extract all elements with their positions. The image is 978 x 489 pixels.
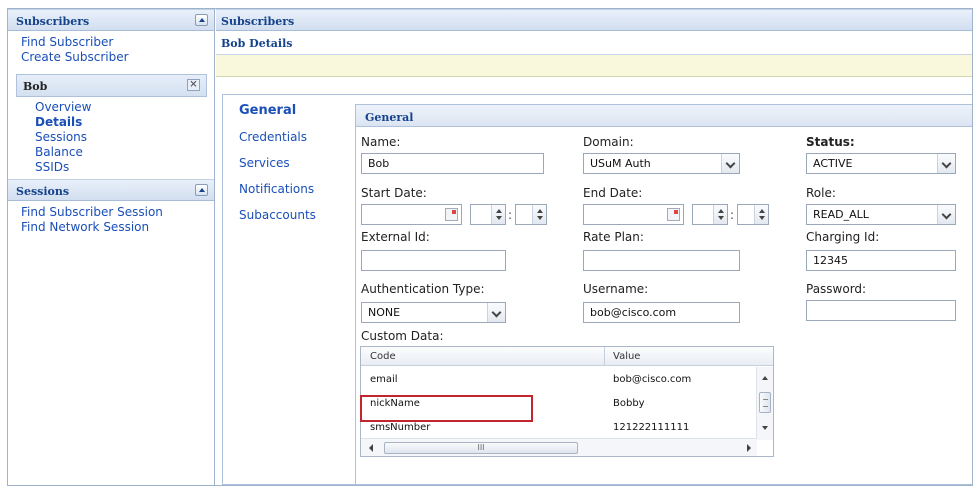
sidebar-item-ssids[interactable]: SSIDs xyxy=(8,160,214,175)
scroll-left-icon[interactable] xyxy=(369,444,373,452)
sidebar: Subscribers Find Subscriber Create Subsc… xyxy=(8,9,215,485)
start-date-label: Start Date: xyxy=(361,186,427,200)
custom-data-label: Custom Data: xyxy=(361,329,444,343)
spinner-arrows-icon[interactable] xyxy=(754,205,768,224)
chevron-down-icon[interactable] xyxy=(937,205,955,224)
chevron-down-icon[interactable] xyxy=(487,303,505,322)
role-select[interactable]: READ_ALL xyxy=(806,204,956,225)
scroll-thumb[interactable] xyxy=(759,392,771,413)
create-subscriber-link[interactable]: Create Subscriber xyxy=(8,50,214,65)
collapse-icon[interactable] xyxy=(195,184,208,196)
scroll-down-icon[interactable] xyxy=(762,426,768,430)
status-value: ACTIVE xyxy=(813,157,853,170)
tab-general[interactable]: General xyxy=(223,104,353,130)
row-value: Bobby xyxy=(613,398,645,409)
highlight-box xyxy=(360,395,533,422)
tab-notifications[interactable]: Notifications xyxy=(223,182,353,208)
end-hour-spinner[interactable] xyxy=(692,204,728,225)
column-header-value[interactable]: Value xyxy=(613,351,640,362)
sidebar-item-details[interactable]: Details xyxy=(8,115,214,130)
role-label: Role: xyxy=(806,186,836,200)
time-separator: : xyxy=(730,208,735,222)
subscriber-name: Bob xyxy=(23,80,48,93)
tab-list: General Credentials Services Notificatio… xyxy=(223,95,353,234)
status-select[interactable]: ACTIVE xyxy=(806,153,956,174)
rate-plan-field[interactable] xyxy=(583,250,740,271)
domain-label: Domain: xyxy=(583,135,634,149)
external-id-field[interactable] xyxy=(361,250,506,271)
end-minute-spinner[interactable] xyxy=(737,204,769,225)
find-network-session-link[interactable]: Find Network Session xyxy=(8,220,214,235)
password-label: Password: xyxy=(806,282,867,296)
scroll-right-icon[interactable] xyxy=(747,444,751,452)
details-container: General Credentials Services Notificatio… xyxy=(222,94,972,485)
info-bar xyxy=(216,55,972,77)
username-label: Username: xyxy=(583,282,649,296)
spinner-arrows-icon[interactable] xyxy=(491,205,505,224)
sidebar-item-balance[interactable]: Balance xyxy=(8,145,214,160)
scroll-thumb[interactable]: III xyxy=(384,442,578,454)
subscriber-box: Bob × xyxy=(16,74,207,97)
charging-id-field[interactable]: 12345 xyxy=(806,250,956,271)
app-frame: Subscribers Find Subscriber Create Subsc… xyxy=(7,8,973,486)
row-code: smsNumber xyxy=(370,422,431,433)
sessions-panel-title: Sessions xyxy=(16,185,70,198)
status-label: Status: xyxy=(806,135,855,149)
row-code: email xyxy=(370,374,398,385)
main-panel: Subscribers Bob Details General Credenti… xyxy=(216,9,972,485)
auth-type-value: NONE xyxy=(368,306,401,319)
calendar-icon[interactable] xyxy=(667,208,680,221)
sessions-panel-header: Sessions xyxy=(8,179,214,201)
row-value: 121222111111 xyxy=(613,422,690,433)
table-header: Code Value xyxy=(361,347,773,366)
horizontal-scrollbar[interactable]: III xyxy=(361,438,757,456)
vertical-scrollbar[interactable] xyxy=(756,367,773,440)
find-subscriber-link[interactable]: Find Subscriber xyxy=(8,35,214,50)
time-separator: : xyxy=(508,208,513,222)
tab-credentials[interactable]: Credentials xyxy=(223,130,353,156)
spinner-arrows-icon[interactable] xyxy=(713,205,727,224)
column-header-code[interactable]: Code xyxy=(370,351,396,362)
scroll-up-icon[interactable] xyxy=(762,376,768,380)
start-date-field[interactable] xyxy=(361,204,462,225)
close-icon[interactable]: × xyxy=(187,79,200,91)
spinner-arrows-icon[interactable] xyxy=(532,205,546,224)
chevron-down-icon[interactable] xyxy=(937,154,955,173)
tab-subaccounts[interactable]: Subaccounts xyxy=(223,208,353,234)
column-divider xyxy=(604,347,605,366)
chevron-down-icon[interactable] xyxy=(721,154,739,173)
subscribers-panel-header: Subscribers xyxy=(8,9,214,31)
name-field[interactable]: Bob xyxy=(361,153,544,174)
domain-select[interactable]: USuM Auth xyxy=(583,153,740,174)
tab-services[interactable]: Services xyxy=(223,156,353,182)
end-date-label: End Date: xyxy=(583,186,643,200)
username-field[interactable]: bob@cisco.com xyxy=(583,302,740,323)
end-date-field[interactable] xyxy=(583,204,684,225)
auth-type-label: Authentication Type: xyxy=(361,282,485,296)
calendar-icon[interactable] xyxy=(445,208,458,221)
general-form: General Name: Bob Domain: USuM Auth Stat… xyxy=(355,104,972,484)
auth-type-select[interactable]: NONE xyxy=(361,302,506,323)
page-title: Subscribers xyxy=(216,9,972,31)
table-row[interactable]: email bob@cisco.com xyxy=(361,367,757,391)
name-label: Name: xyxy=(361,135,401,149)
row-value: bob@cisco.com xyxy=(613,374,692,385)
password-field[interactable] xyxy=(806,300,956,321)
start-hour-spinner[interactable] xyxy=(470,204,506,225)
collapse-icon[interactable] xyxy=(195,14,208,26)
external-id-label: External Id: xyxy=(361,230,430,244)
sidebar-item-sessions[interactable]: Sessions xyxy=(8,130,214,145)
subscribers-panel-title: Subscribers xyxy=(16,15,90,28)
domain-value: USuM Auth xyxy=(590,157,651,170)
start-minute-spinner[interactable] xyxy=(515,204,547,225)
role-value: READ_ALL xyxy=(813,208,869,221)
section-title: General xyxy=(356,105,972,127)
charging-id-label: Charging Id: xyxy=(806,230,880,244)
find-subscriber-session-link[interactable]: Find Subscriber Session xyxy=(8,205,214,220)
sidebar-item-overview[interactable]: Overview xyxy=(8,100,214,115)
page-subtitle: Bob Details xyxy=(216,31,972,55)
rate-plan-label: Rate Plan: xyxy=(583,230,644,244)
